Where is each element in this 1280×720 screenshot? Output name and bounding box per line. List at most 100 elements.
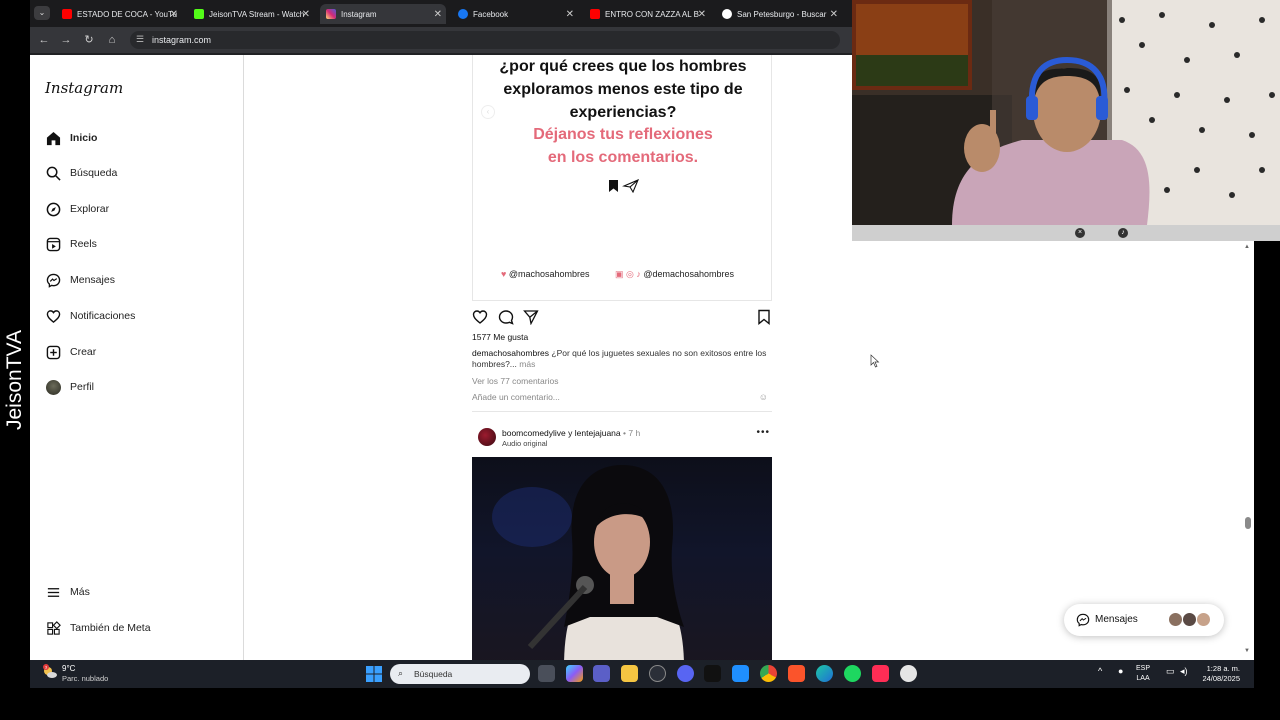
nav-label: Mensajes: [70, 274, 115, 286]
keyboard-layout: LAA: [1136, 675, 1150, 682]
post-image[interactable]: ¿por qué crees que los hombres exploramo…: [472, 55, 772, 301]
scroll-down-icon[interactable]: ▼: [1244, 648, 1250, 654]
nav-profile[interactable]: Perfil: [44, 376, 94, 398]
nav-also-from-meta[interactable]: También de Meta: [44, 617, 151, 639]
caption-username[interactable]: demachosahombres: [472, 348, 549, 358]
google-icon: [722, 9, 732, 19]
tiktok-icon[interactable]: ♪: [1118, 228, 1128, 238]
tab-search-button[interactable]: ⌄: [34, 6, 50, 20]
obs-icon[interactable]: [900, 665, 917, 682]
streamer-watermark: JeisonTVA: [0, 300, 30, 460]
app-icon[interactable]: [732, 665, 749, 682]
messenger-icon: [44, 271, 62, 289]
close-icon[interactable]: ✕: [302, 9, 310, 20]
post2-video[interactable]: [472, 457, 772, 660]
post2-more-button[interactable]: •••: [756, 427, 770, 438]
view-comments-link[interactable]: Ver los 77 comentarios: [472, 376, 558, 386]
task-view-icon[interactable]: [538, 665, 555, 682]
post2-audio-link[interactable]: Audio original: [502, 439, 547, 448]
reels-icon: [44, 235, 62, 253]
close-icon[interactable]: ✕: [698, 9, 706, 20]
network-icon[interactable]: ▭: [1166, 666, 1175, 677]
tab-kick-stream[interactable]: JeisonTVA Stream - Watch ✕: [188, 4, 314, 24]
back-icon[interactable]: ←: [36, 32, 52, 48]
address-bar[interactable]: ☰ instagram.com: [130, 31, 840, 49]
page-right-blank: [852, 241, 1254, 660]
tab-youtube-estado[interactable]: ESTADO DE COCA - YouTube ✕: [56, 4, 182, 24]
like-count[interactable]: 1577 Me gusta: [472, 332, 528, 342]
teams-icon[interactable]: [593, 665, 610, 682]
performer-image: [492, 465, 684, 660]
scrollbar-thumb[interactable]: [1245, 517, 1251, 529]
forward-icon[interactable]: →: [58, 32, 74, 48]
edge-icon[interactable]: [816, 665, 833, 682]
messages-pill[interactable]: Mensajes: [1064, 604, 1224, 636]
tiktok-live-icon[interactable]: [872, 665, 889, 682]
clock[interactable]: 1:28 a. m. 24/08/2025: [1196, 664, 1240, 684]
nav-label: También de Meta: [70, 622, 151, 634]
weather-temp: 9°C: [62, 664, 76, 673]
nav-home[interactable]: Inicio: [44, 127, 97, 149]
compass-icon: [44, 200, 62, 218]
tab-google-search[interactable]: San Petesburgo - Buscar ✕: [716, 4, 842, 24]
post2-user1[interactable]: boomcomedylive: [502, 428, 566, 438]
nav-messages[interactable]: Mensajes: [44, 269, 115, 291]
instagram-logo[interactable]: Instagram: [45, 79, 123, 97]
like-button[interactable]: [472, 309, 488, 325]
webcam-bar: [852, 225, 1280, 241]
carousel-prev-button[interactable]: ‹: [481, 105, 495, 119]
tiktok-icon[interactable]: [704, 665, 721, 682]
brave-icon[interactable]: [788, 665, 805, 682]
nav-create[interactable]: Crear: [44, 341, 96, 363]
tab-facebook[interactable]: Facebook ✕: [452, 4, 578, 24]
emoji-icon[interactable]: ☺: [759, 392, 768, 402]
close-icon[interactable]: ✕: [566, 9, 574, 20]
nav-more[interactable]: Más: [44, 581, 90, 603]
microphone-icon[interactable]: ●: [1118, 666, 1123, 676]
add-comment-input[interactable]: Añade un comentario... ☺: [472, 392, 772, 402]
copilot-icon[interactable]: [566, 665, 583, 682]
close-icon[interactable]: ✕: [830, 9, 838, 20]
post2-user2[interactable]: lentejajuana: [575, 428, 621, 438]
instagram-icon: [326, 9, 336, 19]
volume-icon[interactable]: ◂): [1180, 666, 1188, 677]
weather-icon[interactable]: 3: [42, 664, 58, 680]
nav-explore[interactable]: Explorar: [44, 198, 109, 220]
comment-button[interactable]: [498, 309, 514, 325]
tab-label: JeisonTVA Stream - Watch: [209, 9, 305, 19]
scroll-up-icon[interactable]: ▲: [1244, 244, 1250, 250]
post2-time: • 7 h: [623, 428, 641, 438]
windows-start-icon[interactable]: [366, 666, 382, 682]
tray-expand-icon[interactable]: ^: [1098, 666, 1102, 676]
file-explorer-icon[interactable]: [621, 665, 638, 682]
avatar[interactable]: [478, 428, 496, 446]
nav-reels[interactable]: Reels: [44, 233, 97, 255]
tab-youtube-zazza[interactable]: ENTRO CON ZAZZA AL B ✕: [584, 4, 710, 24]
caption-more-link[interactable]: más: [519, 359, 535, 369]
discord-icon[interactable]: [677, 665, 694, 682]
screen-edge: [1254, 241, 1280, 660]
spotify-icon[interactable]: [844, 665, 861, 682]
chrome-icon[interactable]: [760, 665, 777, 682]
clock-date: 24/08/2025: [1202, 674, 1240, 683]
share-button[interactable]: [523, 309, 539, 326]
taskbar-search[interactable]: ⌕ Búsqueda: [390, 664, 530, 684]
site-info-icon[interactable]: ☰: [136, 34, 144, 45]
streamer-name: JeisonTVA: [3, 330, 26, 430]
close-icon[interactable]: ✕: [170, 9, 178, 20]
nav-search[interactable]: Búsqueda: [44, 162, 117, 184]
language-indicator[interactable]: ESP LAA: [1136, 664, 1150, 684]
home-icon[interactable]: ⌂: [104, 32, 120, 48]
reload-icon[interactable]: ↻: [81, 32, 97, 48]
avatar: [1168, 612, 1183, 627]
sidebar: Instagram Inicio Búsqueda Explorar Reels…: [30, 55, 244, 660]
close-icon[interactable]: ×: [1075, 228, 1085, 238]
settings-icon[interactable]: [649, 665, 666, 682]
mouse-cursor-icon: [870, 354, 880, 368]
save-button[interactable]: [756, 309, 772, 325]
save-send-graphic: [607, 178, 641, 194]
nav-label: Búsqueda: [70, 167, 118, 179]
nav-notifications[interactable]: Notificaciones: [44, 305, 135, 327]
tab-instagram[interactable]: Instagram ✕: [320, 4, 446, 24]
close-icon[interactable]: ✕: [434, 9, 442, 20]
